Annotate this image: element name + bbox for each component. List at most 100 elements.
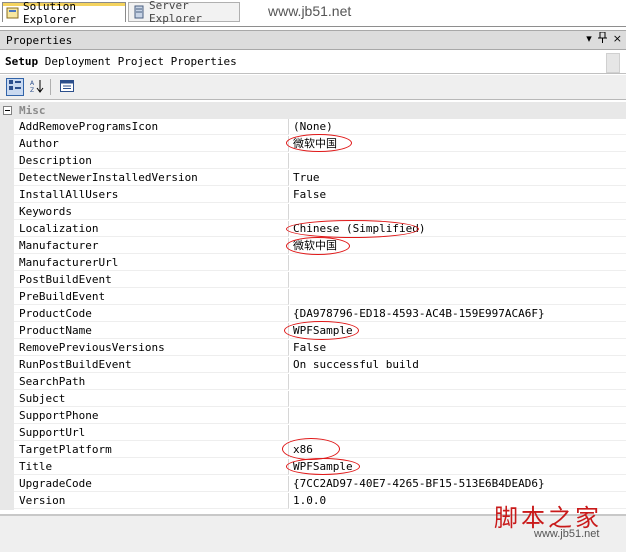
property-value[interactable]: WPFSample <box>290 459 626 475</box>
row-gutter <box>0 187 14 204</box>
property-value[interactable]: {DA978796-ED18-4593-AC4B-159E997ACA6F} <box>290 306 626 322</box>
property-row[interactable]: TargetPlatform x86 <box>0 442 626 459</box>
watermark-text: www.jb51.net <box>268 3 352 19</box>
property-value[interactable] <box>290 408 626 424</box>
property-row[interactable]: PostBuildEvent <box>0 272 626 289</box>
tab-solution-explorer[interactable]: Solution Explorer <box>2 0 126 26</box>
auto-hide-pin-icon[interactable] <box>597 31 607 46</box>
property-row[interactable]: RunPostBuildEvent On successful build <box>0 357 626 374</box>
category-row: Misc <box>0 102 626 119</box>
row-gutter <box>0 493 14 510</box>
property-row[interactable]: Title WPFSample <box>0 459 626 476</box>
property-name: Version <box>14 493 289 509</box>
row-gutter <box>0 306 14 323</box>
tab-server-explorer[interactable]: Server Explorer <box>128 0 240 25</box>
collapse-icon[interactable] <box>3 106 12 115</box>
property-value[interactable]: Chinese (Simplified) <box>290 221 626 237</box>
tab-divider <box>0 26 626 27</box>
property-row[interactable]: Keywords <box>0 204 626 221</box>
property-value[interactable] <box>290 204 626 220</box>
row-gutter <box>0 374 14 391</box>
property-row[interactable]: Localization Chinese (Simplified) <box>0 221 626 238</box>
categorized-icon <box>9 79 21 95</box>
property-row[interactable]: DetectNewerInstalledVersion True <box>0 170 626 187</box>
window-position-dropdown-icon[interactable]: ▾ <box>586 32 592 46</box>
property-name: Localization <box>14 221 289 237</box>
svg-text:A: A <box>30 80 35 87</box>
property-grid: Misc AddRemoveProgramsIcon (None) Author 微软… <box>0 102 626 514</box>
object-selector[interactable]: Setup Deployment Project Properties <box>0 50 626 74</box>
property-row[interactable]: SupportUrl <box>0 425 626 442</box>
panel-title: Properties <box>6 33 73 47</box>
property-row[interactable]: InstallAllUsers False <box>0 187 626 204</box>
property-name: SearchPath <box>14 374 289 390</box>
property-row[interactable]: SearchPath <box>0 374 626 391</box>
tab-server-explorer-label: Server Explorer <box>149 0 202 25</box>
property-name: DetectNewerInstalledVersion <box>14 170 289 186</box>
property-value[interactable]: On successful build <box>290 357 626 373</box>
property-pages-button[interactable] <box>58 78 76 96</box>
property-name: Title <box>14 459 289 475</box>
property-value[interactable] <box>290 289 626 305</box>
property-row[interactable]: UpgradeCode {7CC2AD97-40E7-4265-BF15-513E… <box>0 476 626 493</box>
property-value[interactable]: (None) <box>290 119 626 135</box>
property-row[interactable]: Subject <box>0 391 626 408</box>
row-gutter <box>0 323 14 340</box>
tab-solution-explorer-label: Solution Explorer <box>23 0 76 26</box>
property-value[interactable] <box>290 391 626 407</box>
property-value[interactable]: x86 <box>290 442 626 458</box>
property-value[interactable]: False <box>290 340 626 356</box>
property-name: Author <box>14 136 289 152</box>
property-value[interactable] <box>290 255 626 271</box>
row-gutter <box>0 221 14 238</box>
property-value[interactable]: WPFSample <box>290 323 626 339</box>
row-gutter <box>0 442 14 459</box>
server-explorer-icon <box>132 5 146 19</box>
close-icon[interactable]: × <box>613 32 622 46</box>
properties-titlebar: Properties ▾ × <box>0 30 626 50</box>
property-row[interactable]: ProductName WPFSample <box>0 323 626 340</box>
object-selector-type: Deployment Project Properties <box>38 55 237 68</box>
property-value[interactable] <box>290 425 626 441</box>
property-row[interactable]: Manufacturer 微软中国 <box>0 238 626 255</box>
property-row[interactable]: PreBuildEvent <box>0 289 626 306</box>
alphabetical-button[interactable]: AZ <box>28 78 46 96</box>
property-value[interactable]: False <box>290 187 626 203</box>
row-gutter <box>0 119 14 136</box>
property-name: PreBuildEvent <box>14 289 289 305</box>
property-value[interactable]: {7CC2AD97-40E7-4265-BF15-513E6B4DEAD6} <box>290 476 626 492</box>
property-row[interactable]: Description <box>0 153 626 170</box>
property-name: RunPostBuildEvent <box>14 357 289 373</box>
property-row[interactable]: Author 微软中国 <box>0 136 626 153</box>
row-gutter <box>0 425 14 442</box>
property-name: ManufacturerUrl <box>14 255 289 271</box>
row-gutter <box>0 136 14 153</box>
property-name: ProductCode <box>14 306 289 322</box>
property-value[interactable]: 微软中国 <box>290 238 626 254</box>
site-logo-url: www.jb51.net <box>534 528 600 540</box>
property-name: ProductName <box>14 323 289 339</box>
property-row[interactable]: ManufacturerUrl <box>0 255 626 272</box>
property-value[interactable]: True <box>290 170 626 186</box>
property-value[interactable]: 微软中国 <box>290 136 626 152</box>
property-value[interactable] <box>290 272 626 288</box>
property-row[interactable]: RemovePreviousVersions False <box>0 340 626 357</box>
property-row[interactable]: ProductCode {DA978796-ED18-4593-AC4B-159E… <box>0 306 626 323</box>
property-value[interactable] <box>290 374 626 390</box>
row-gutter <box>0 459 14 476</box>
property-row[interactable]: AddRemoveProgramsIcon (None) <box>0 119 626 136</box>
property-value[interactable] <box>290 153 626 169</box>
categorized-button[interactable] <box>6 78 24 96</box>
alphabetical-sort-icon: AZ <box>30 79 44 96</box>
object-selector-name: Setup <box>5 55 39 68</box>
property-name: PostBuildEvent <box>14 272 289 288</box>
solution-explorer-icon <box>6 6 20 20</box>
object-selector-scroll[interactable] <box>606 53 620 73</box>
row-gutter <box>0 391 14 408</box>
site-logo: 脚本之家 www.jb51.net <box>494 498 618 542</box>
property-pages-icon <box>60 79 74 95</box>
tab-strip: Solution Explorer Server Explorer www.jb… <box>0 0 626 27</box>
property-row[interactable]: SupportPhone <box>0 408 626 425</box>
category-label: Misc <box>19 104 46 117</box>
property-name: Manufacturer <box>14 238 289 254</box>
